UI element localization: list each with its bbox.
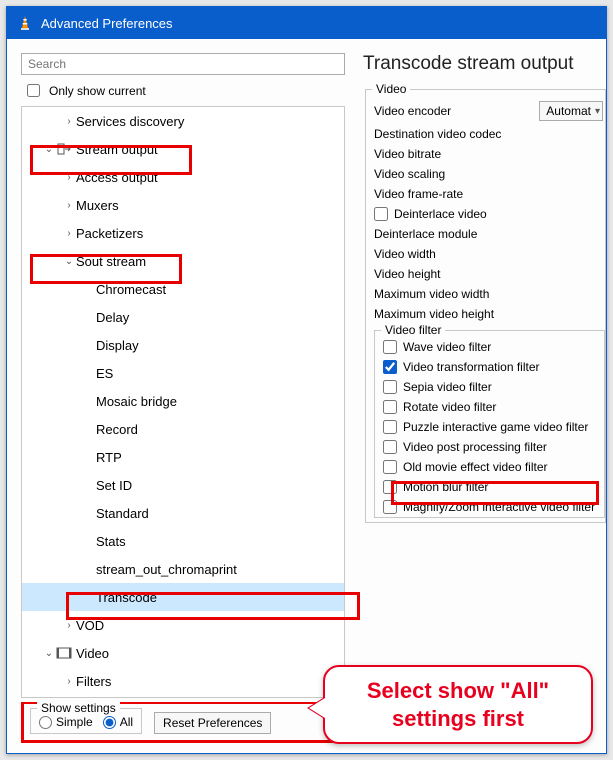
tree-item-rtp[interactable]: RTP <box>22 443 344 471</box>
body: Only show current › Services discovery ⌄… <box>7 39 606 753</box>
radio-simple[interactable]: Simple <box>39 715 93 729</box>
callout-pointer-icon <box>309 698 325 718</box>
tree-item-chromecast[interactable]: Chromecast <box>22 275 344 303</box>
callout-line1: Select show "All" <box>339 677 577 705</box>
annotation-callout: Select show "All" settings first <box>323 665 593 744</box>
callout-line2: settings first <box>339 705 577 733</box>
vlc-cone-icon <box>17 15 33 31</box>
field-height: Video height <box>372 264 605 284</box>
chevron-right-icon: › <box>62 620 76 631</box>
tree-item-services-discovery[interactable]: › Services discovery <box>22 107 344 135</box>
video-filter-group: Video filter Wave video filter Video tra… <box>374 330 605 518</box>
field-bitrate: Video bitrate <box>372 144 605 164</box>
video-filter-legend: Video filter <box>381 323 445 337</box>
tree-item-muxers[interactable]: › Muxers <box>22 191 344 219</box>
chevron-right-icon: › <box>62 200 76 211</box>
checkbox-sepia[interactable]: Sepia video filter <box>381 377 604 397</box>
tree-item-filters[interactable]: › Filters <box>22 667 344 695</box>
checkbox-puzzle[interactable]: Puzzle interactive game video filter <box>381 417 604 437</box>
video-icon <box>56 645 72 661</box>
page-title: Transcode stream output <box>363 53 606 75</box>
checkbox-motionblur[interactable]: Motion blur filter <box>381 477 604 497</box>
checkbox-oldmovie[interactable]: Old movie effect video filter <box>381 457 604 477</box>
field-max-width: Maximum video width <box>372 284 605 304</box>
tree-item-es[interactable]: ES <box>22 359 344 387</box>
tree-item-mosaic-bridge[interactable]: Mosaic bridge <box>22 387 344 415</box>
tree-item-video[interactable]: ⌄ Video <box>22 639 344 667</box>
field-dest-codec: Destination video codec <box>372 124 605 144</box>
tree-item-stats[interactable]: Stats <box>22 527 344 555</box>
video-group: Video Video encoder Automat Destination … <box>365 89 606 523</box>
chevron-down-icon: ⌄ <box>42 648 56 659</box>
checkbox-deinterlace[interactable]: Deinterlace video <box>372 204 605 224</box>
show-settings-group: Show settings Simple All <box>30 708 142 734</box>
tree-item-set-id[interactable]: Set ID <box>22 471 344 499</box>
tree-item-record[interactable]: Record <box>22 415 344 443</box>
tree-item-access-output[interactable]: › Access output <box>22 163 344 191</box>
window-title: Advanced Preferences <box>41 16 173 31</box>
video-encoder-combo[interactable]: Automat <box>539 101 603 121</box>
tree-item-display[interactable]: Display <box>22 331 344 359</box>
right-panel: Transcode stream output Video Video enco… <box>355 39 606 753</box>
field-deinterlace-module: Deinterlace module <box>372 224 605 244</box>
tree-item-stream-output[interactable]: ⌄ Stream output <box>22 135 344 163</box>
tree-item-packetizers[interactable]: › Packetizers <box>22 219 344 247</box>
titlebar: Advanced Preferences <box>7 7 606 39</box>
left-panel: Only show current › Services discovery ⌄… <box>7 39 355 753</box>
only-show-current-label: Only show current <box>49 84 146 98</box>
reset-preferences-button[interactable]: Reset Preferences <box>154 712 271 734</box>
field-max-height: Maximum video height <box>372 304 605 324</box>
stream-output-icon <box>56 141 72 157</box>
radio-simple-input[interactable] <box>39 716 52 729</box>
tree-item-sout-stream[interactable]: ⌄ Sout stream <box>22 247 344 275</box>
tree-item-vod[interactable]: › VOD <box>22 611 344 639</box>
checkbox-wave[interactable]: Wave video filter <box>381 337 604 357</box>
only-show-current-checkbox[interactable] <box>27 84 40 97</box>
search-input[interactable] <box>21 53 345 75</box>
chevron-right-icon: › <box>62 676 76 687</box>
chevron-right-icon: › <box>62 228 76 239</box>
tree-container: › Services discovery ⌄ Stream output › A… <box>21 106 345 698</box>
checkbox-transform[interactable]: Video transformation filter <box>381 357 604 377</box>
chevron-right-icon: › <box>62 116 76 127</box>
field-framerate: Video frame-rate <box>372 184 605 204</box>
tree-item-standard[interactable]: Standard <box>22 499 344 527</box>
preferences-window: Advanced Preferences Only show current ›… <box>6 6 607 754</box>
tree-item-chromaprint[interactable]: stream_out_chromaprint <box>22 555 344 583</box>
checkbox-deinterlace-input[interactable] <box>374 207 388 221</box>
checkbox-rotate[interactable]: Rotate video filter <box>381 397 604 417</box>
field-width: Video width <box>372 244 605 264</box>
chevron-right-icon: › <box>62 172 76 183</box>
chevron-down-icon: ⌄ <box>62 256 76 267</box>
checkbox-magnify[interactable]: Magnify/Zoom interactive video filter <box>381 497 604 517</box>
radio-all-input[interactable] <box>103 716 116 729</box>
radio-all[interactable]: All <box>103 715 133 729</box>
show-settings-legend: Show settings <box>37 701 120 715</box>
show-settings-bar: Show settings Simple All Reset Preferenc… <box>21 702 345 743</box>
tree-item-delay[interactable]: Delay <box>22 303 344 331</box>
field-video-encoder: Video encoder Automat <box>372 98 605 124</box>
video-group-legend: Video <box>372 82 410 96</box>
chevron-down-icon: ⌄ <box>42 144 56 155</box>
field-scaling: Video scaling <box>372 164 605 184</box>
checkbox-postproc[interactable]: Video post processing filter <box>381 437 604 457</box>
only-show-current[interactable]: Only show current <box>23 81 343 100</box>
settings-tree[interactable]: › Services discovery ⌄ Stream output › A… <box>22 107 344 695</box>
tree-item-transcode[interactable]: Transcode <box>22 583 344 611</box>
